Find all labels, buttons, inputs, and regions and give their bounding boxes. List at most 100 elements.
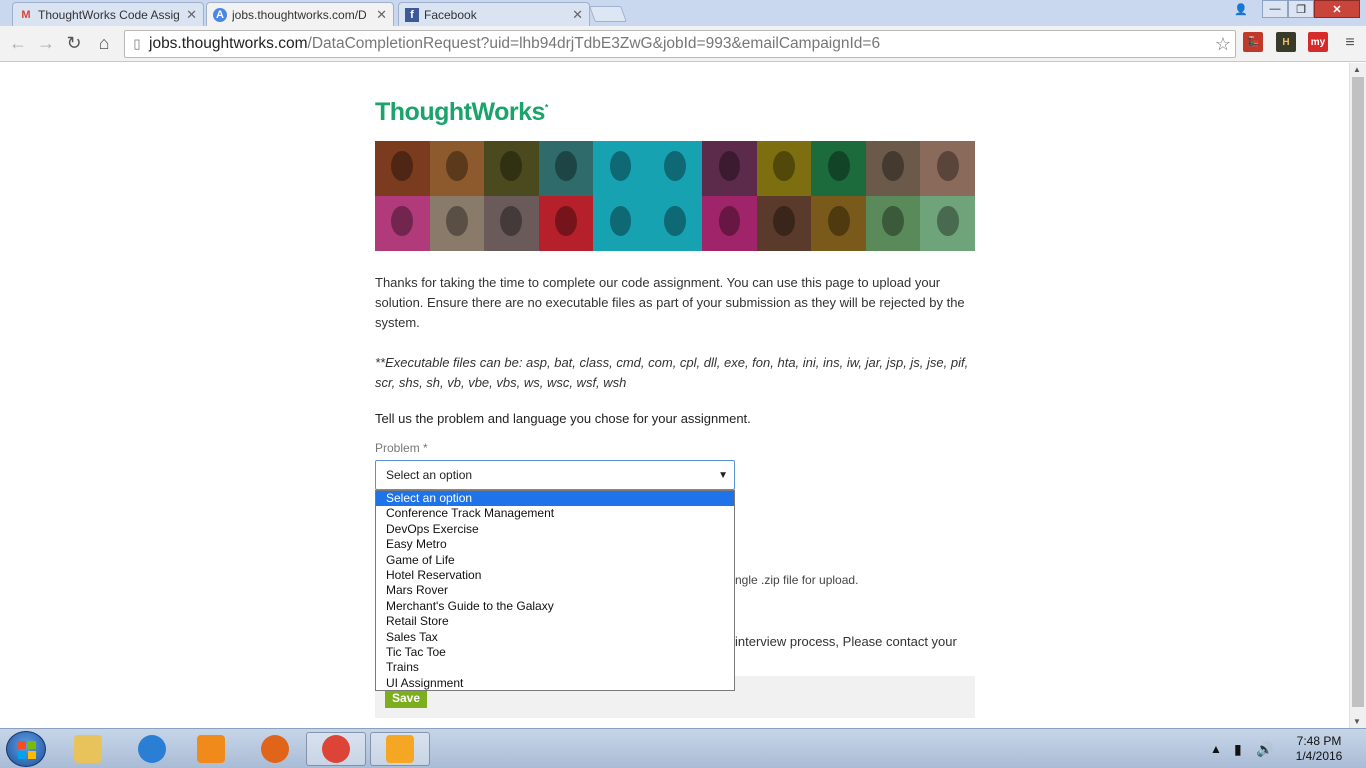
- person-photo: [773, 205, 795, 237]
- close-tab-icon[interactable]: ✕: [186, 7, 197, 23]
- taskbar-app[interactable]: [306, 732, 366, 766]
- scrollbar-thumb[interactable]: [1352, 77, 1364, 707]
- tab-title: jobs.thoughtworks.com/D: [232, 7, 367, 22]
- dropdown-option[interactable]: Mars Rover: [376, 583, 734, 598]
- person-photo: [664, 150, 686, 182]
- person-photo: [882, 150, 905, 182]
- banner-photo: [538, 141, 594, 196]
- person-photo: [773, 150, 795, 182]
- browser-toolbar: ← → ↻ ⌂ ▯ jobs.thoughtworks.com /DataCom…: [0, 26, 1366, 62]
- dropdown-option[interactable]: Easy Metro: [376, 537, 734, 552]
- banner-photo: [647, 141, 703, 196]
- ie-icon: [138, 735, 166, 763]
- h-extension-icon[interactable]: H: [1276, 32, 1296, 52]
- dropdown-option[interactable]: Game of Life: [376, 553, 734, 568]
- banner-photo: [865, 141, 921, 196]
- my-extension-icon[interactable]: my: [1308, 32, 1328, 52]
- dropdown-option[interactable]: Hotel Reservation: [376, 568, 734, 583]
- dropdown-option[interactable]: DevOps Exercise: [376, 522, 734, 537]
- close-tab-icon[interactable]: ✕: [572, 7, 583, 23]
- banner-photo: [920, 196, 975, 251]
- banner-photo: [756, 141, 812, 196]
- scroll-down-icon[interactable]: ▼: [1353, 717, 1361, 726]
- taskbar-app[interactable]: [181, 732, 241, 766]
- contact-note: interview process, Please contact your: [735, 634, 957, 649]
- banner-photo: [756, 196, 812, 251]
- taskbar-app[interactable]: [245, 732, 305, 766]
- chrome-icon: [322, 735, 350, 763]
- banner-photo: [375, 141, 430, 196]
- taskbar-app[interactable]: [122, 732, 182, 766]
- dropdown-option[interactable]: Conference Track Management: [376, 506, 734, 521]
- dropdown-option[interactable]: Trains: [376, 660, 734, 675]
- windows-logo-icon: [18, 741, 36, 759]
- team-photo-banner: [375, 141, 975, 251]
- banner-photo: [484, 196, 539, 251]
- person-photo: [445, 150, 468, 182]
- page-scrollbar[interactable]: ▲ ▼: [1349, 63, 1366, 728]
- banner-photo: [375, 196, 430, 251]
- problem-dropdown-list: Select an option Conference Track Managem…: [375, 490, 735, 691]
- explorer-icon: [74, 735, 102, 763]
- dropdown-option[interactable]: Sales Tax: [376, 630, 734, 645]
- scroll-up-icon[interactable]: ▲: [1353, 65, 1361, 74]
- person-photo: [718, 205, 741, 237]
- problem-select[interactable]: Select an option ▼: [375, 460, 735, 490]
- back-icon[interactable]: ←: [6, 31, 30, 55]
- person-photo: [827, 150, 850, 182]
- clock[interactable]: 7:48 PM 1/4/2016: [1284, 734, 1354, 764]
- thoughtworks-logo: ThoughtWorks*: [375, 98, 548, 127]
- show-hidden-icons[interactable]: ▲: [1210, 729, 1222, 768]
- problem-select-value: Select an option: [386, 468, 473, 482]
- banner-photo: [702, 141, 757, 196]
- tab-jobs[interactable]: A jobs.thoughtworks.com/D ✕: [206, 2, 394, 26]
- dropdown-option[interactable]: Select an option: [376, 491, 734, 507]
- media-player-icon: [197, 735, 225, 763]
- person-photo: [827, 205, 850, 237]
- address-bar[interactable]: ▯ jobs.thoughtworks.com /DataCompletionR…: [124, 30, 1236, 58]
- firefox-icon: [261, 735, 289, 763]
- taskbar-app[interactable]: [370, 732, 430, 766]
- person-photo: [936, 205, 959, 237]
- person-photo: [609, 150, 632, 182]
- tab-gmail[interactable]: M ThoughtWorks Code Assig ✕: [12, 2, 204, 26]
- forward-icon[interactable]: →: [34, 31, 58, 55]
- banner-photo: [538, 196, 594, 251]
- person-photo: [882, 205, 905, 237]
- start-button[interactable]: [6, 731, 46, 767]
- banner-photo: [647, 196, 703, 251]
- person-photo: [554, 205, 577, 237]
- taskbar-app[interactable]: [58, 732, 118, 766]
- banner-photo: [811, 141, 866, 196]
- banner-photo: [484, 141, 539, 196]
- reload-icon[interactable]: ↻: [62, 31, 86, 55]
- home-icon[interactable]: ⌂: [92, 31, 116, 55]
- person-photo: [664, 205, 686, 237]
- banner-photo: [865, 196, 921, 251]
- volume-icon[interactable]: 🔊: [1256, 729, 1273, 768]
- dropdown-option[interactable]: UI Assignment: [376, 676, 734, 691]
- problem-label: Problem *: [375, 441, 428, 455]
- tab-facebook[interactable]: f Facebook ✕: [398, 2, 590, 26]
- battery-icon[interactable]: ▮: [1234, 729, 1242, 768]
- clock-time: 7:48 PM: [1296, 734, 1342, 748]
- close-tab-icon[interactable]: ✕: [376, 7, 387, 23]
- dropdown-option[interactable]: Tic Tac Toe: [376, 645, 734, 660]
- dropdown-option[interactable]: Retail Store: [376, 614, 734, 629]
- close-window-button[interactable]: ✕: [1314, 0, 1360, 18]
- minimize-button[interactable]: —: [1262, 0, 1288, 18]
- restore-button[interactable]: ❐: [1288, 0, 1314, 18]
- banner-photo: [593, 141, 648, 196]
- dropdown-option[interactable]: Merchant's Guide to the Galaxy: [376, 599, 734, 614]
- url-host: jobs.thoughtworks.com: [149, 35, 308, 52]
- train-extension-icon[interactable]: 🚂: [1243, 32, 1263, 52]
- user-icon[interactable]: 👤: [1229, 0, 1253, 18]
- facebook-icon: f: [405, 7, 419, 22]
- bookmark-star-icon[interactable]: ☆: [1215, 34, 1231, 55]
- new-tab-button[interactable]: [589, 6, 627, 22]
- menu-icon[interactable]: ≡: [1338, 31, 1362, 55]
- audacity-icon: [386, 735, 414, 763]
- person-photo: [391, 205, 414, 237]
- person-photo: [500, 205, 523, 237]
- executable-files-note: **Executable files can be: asp, bat, cla…: [375, 355, 969, 390]
